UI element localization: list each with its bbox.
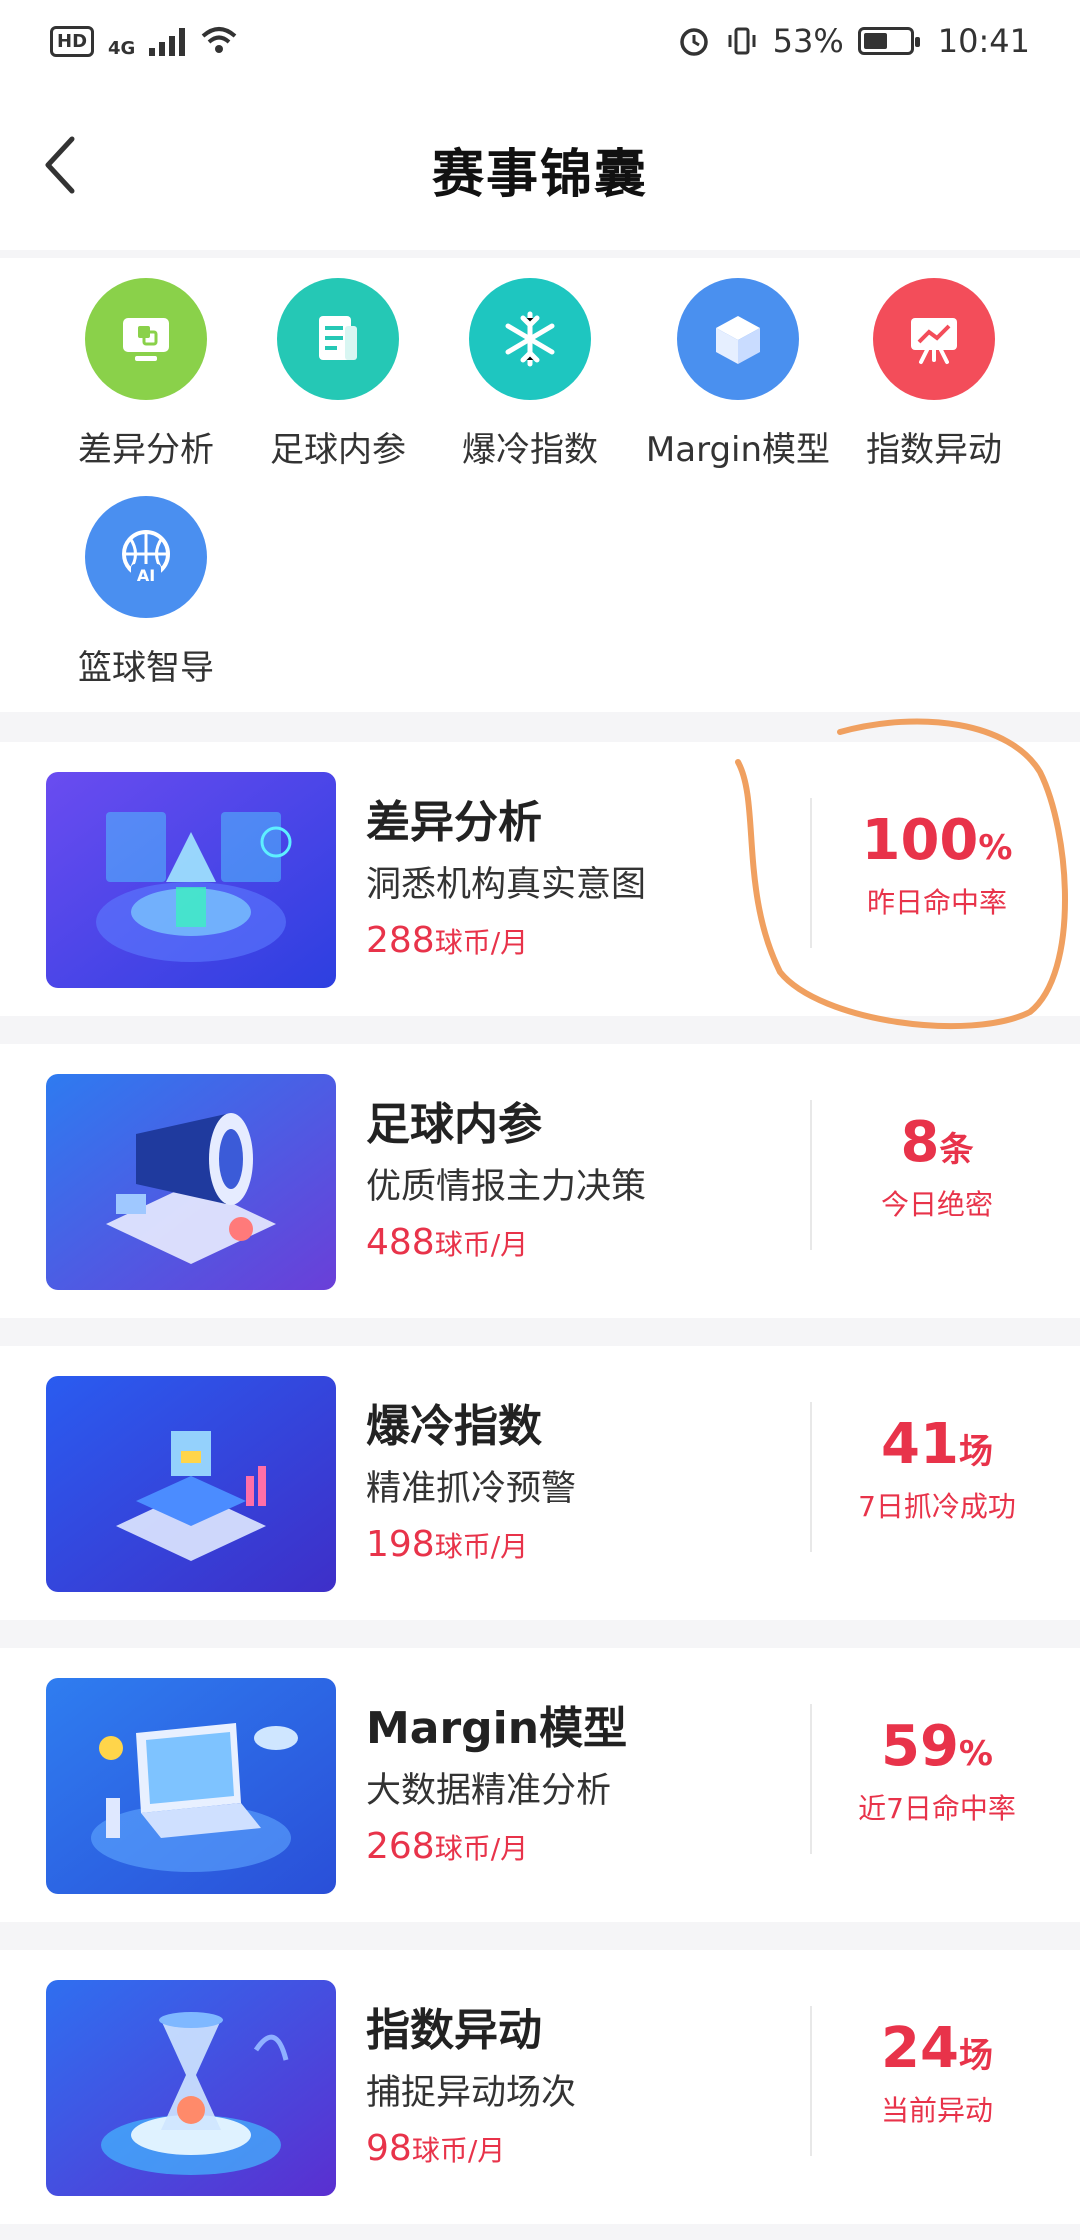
card-stat: 100% 昨日命中率 <box>812 808 1062 921</box>
price-unit: 球币/月 <box>434 1530 529 1563</box>
stat-unit: 场 <box>958 2036 993 2076</box>
card-subtitle: 优质情报主力决策 <box>366 1167 647 1207</box>
megaphone-image <box>46 1074 336 1290</box>
card-price: 268球币/月 <box>366 1826 528 1867</box>
stat-description: 近7日命中率 <box>858 1792 1016 1825</box>
document-icon <box>319 316 357 360</box>
stat-unit: 场 <box>958 1432 993 1472</box>
card-subtitle: 大数据精准分析 <box>366 1771 612 1811</box>
stat-unit: 条 <box>939 1130 974 1170</box>
status-bar: HD 4G 53% 10:41 <box>0 0 1080 82</box>
grid-item-label: 篮球智导 <box>78 648 214 688</box>
grid-item-label: 足球内参 <box>270 430 406 470</box>
grid-icon-circle: AI <box>85 496 207 618</box>
grid-icon-circle <box>85 278 207 400</box>
alarm-icon <box>679 28 708 56</box>
stat-unit: % <box>958 1734 993 1774</box>
grid-icon-circle <box>677 278 799 400</box>
card-illustration <box>46 1678 336 1894</box>
hourglass-image <box>46 1980 336 2196</box>
card-title: Margin模型 <box>366 1703 628 1754</box>
card-price: 488球币/月 <box>366 1222 528 1263</box>
feature-grid: 差异分析 足球内参 爆冷指数 Margin模型 指数异动 AI 篮球智导 <box>0 258 1080 712</box>
grid-item-football-insider[interactable]: 足球内参 <box>238 278 438 471</box>
card-illustration <box>46 1980 336 2196</box>
grid-item-label: Margin模型 <box>645 430 831 470</box>
card-stat: 8条 今日绝密 <box>812 1110 1062 1223</box>
basketball-ai-icon: AI <box>122 530 170 586</box>
card-stat: 41场 7日抓冷成功 <box>812 1412 1062 1525</box>
stat-description: 当前异动 <box>880 2094 993 2127</box>
price-value: 268 <box>366 1826 435 1867</box>
server-stack-image <box>46 1376 336 1592</box>
stat-value: 8 <box>900 1110 940 1175</box>
card-subtitle: 捕捉异动场次 <box>366 2073 577 2113</box>
grid-item-label: 差异分析 <box>78 430 214 470</box>
grid-icon-circle <box>873 278 995 400</box>
price-value: 198 <box>366 1524 435 1565</box>
grid-item-margin-model[interactable]: Margin模型 <box>638 278 838 471</box>
card-price: 98球币/月 <box>366 2128 505 2169</box>
price-unit: 球币/月 <box>434 1228 529 1261</box>
battery-icon <box>857 27 920 55</box>
clock: 10:41 <box>937 22 1030 60</box>
card-stat: 24场 当前异动 <box>812 2016 1062 2129</box>
vibrate-icon <box>728 27 756 55</box>
snowflake-icon <box>505 311 555 367</box>
stat-value: 41 <box>881 1412 959 1477</box>
monitor-icon <box>123 318 169 361</box>
card-price: 288球币/月 <box>366 920 528 961</box>
card-price: 198球币/月 <box>366 1524 528 1565</box>
chart-board-icon <box>911 318 957 364</box>
isometric-platform-image <box>46 772 336 988</box>
stat-unit: % <box>978 828 1013 868</box>
ai-badge: AI <box>137 566 155 585</box>
laptop-data-image <box>46 1678 336 1894</box>
product-card-diff-analysis[interactable]: 差异分析 洞悉机构真实意图 288球币/月 100% 昨日命中率 <box>0 742 1080 1016</box>
grid-item-label: 指数异动 <box>866 430 1002 470</box>
network-label: 4G <box>108 37 136 59</box>
price-value: 98 <box>366 2128 412 2169</box>
card-illustration <box>46 1376 336 1592</box>
product-card-upset-index[interactable]: 爆冷指数 精准抓冷预警 198球币/月 41场 7日抓冷成功 <box>0 1346 1080 1620</box>
grid-item-basketball-ai[interactable]: AI 篮球智导 <box>46 496 246 689</box>
grid-item-upset-index[interactable]: 爆冷指数 <box>430 278 630 471</box>
battery-percent: 53% <box>772 22 844 60</box>
battery-fill <box>863 33 888 49</box>
card-illustration <box>46 772 336 988</box>
price-value: 288 <box>366 920 435 961</box>
app-header: 赛事锦囊 <box>0 82 1080 250</box>
stat-description: 今日绝密 <box>880 1188 993 1221</box>
stat-value: 59 <box>880 1714 959 1779</box>
card-title: 足球内参 <box>366 1099 542 1150</box>
card-subtitle: 精准抓冷预警 <box>366 1469 577 1509</box>
stat-value: 100 <box>861 808 979 873</box>
page-title: 赛事锦囊 <box>431 145 648 205</box>
stat-value: 24 <box>881 2016 959 2081</box>
price-value: 488 <box>366 1222 435 1263</box>
price-unit: 球币/月 <box>434 926 529 959</box>
stat-description: 7日抓冷成功 <box>858 1490 1016 1523</box>
signal-icon <box>149 26 186 56</box>
card-illustration <box>46 1074 336 1290</box>
card-stat: 59% 近7日命中率 <box>812 1714 1062 1827</box>
card-title: 爆冷指数 <box>366 1401 542 1452</box>
grid-item-label: 爆冷指数 <box>462 430 598 470</box>
stat-description: 昨日命中率 <box>866 886 1007 919</box>
grid-icon-circle <box>277 278 399 400</box>
grid-item-diff-analysis[interactable]: 差异分析 <box>46 278 246 471</box>
card-title: 差异分析 <box>366 797 542 848</box>
card-subtitle: 洞悉机构真实意图 <box>366 865 647 905</box>
price-unit: 球币/月 <box>411 2134 506 2167</box>
wifi-icon <box>202 27 237 53</box>
cube-icon <box>716 316 760 364</box>
price-unit: 球币/月 <box>434 1832 529 1865</box>
card-title: 指数异动 <box>366 2005 542 2056</box>
product-card-football-insider[interactable]: 足球内参 优质情报主力决策 488球币/月 8条 今日绝密 <box>0 1044 1080 1318</box>
grid-item-index-change[interactable]: 指数异动 <box>834 278 1034 471</box>
grid-icon-circle <box>469 278 591 400</box>
product-card-index-change[interactable]: 指数异动 捕捉异动场次 98球币/月 24场 当前异动 <box>0 1950 1080 2224</box>
hd-indicator: HD <box>50 25 95 57</box>
product-card-margin-model[interactable]: Margin模型 大数据精准分析 268球币/月 59% 近7日命中率 <box>0 1648 1080 1922</box>
